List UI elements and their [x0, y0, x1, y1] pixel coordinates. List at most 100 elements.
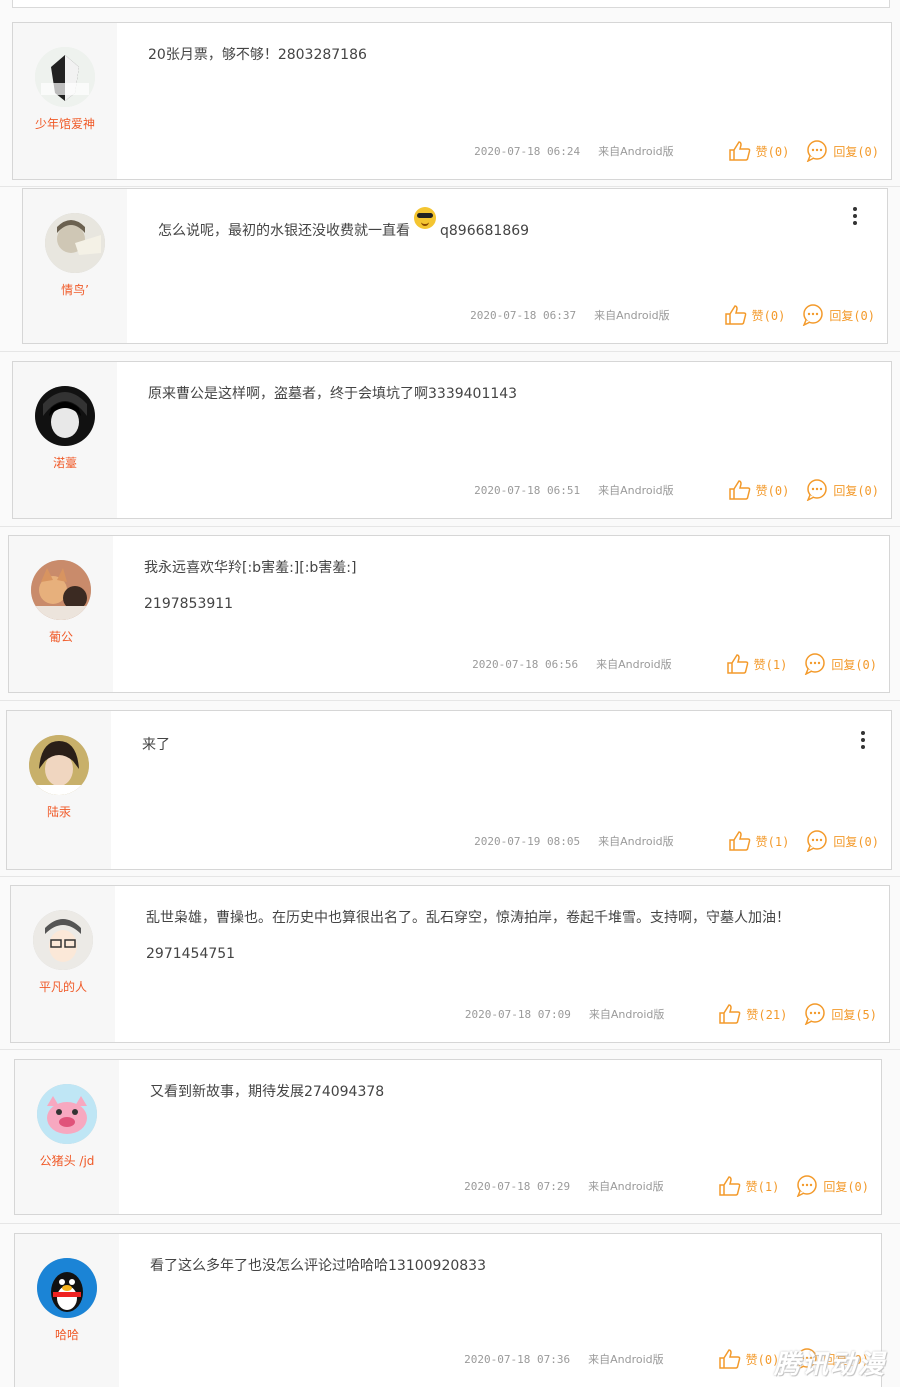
comment-line: 20张月票，够不够！2803287186: [148, 47, 367, 63]
thumbs-up-icon: [718, 1176, 740, 1196]
like-button[interactable]: 赞(0): [724, 304, 786, 326]
comment-line: 2971454751: [146, 946, 236, 962]
chat-bubble-icon: [807, 140, 828, 162]
thumbs-up-icon: [728, 480, 750, 500]
comment-line: 乱世枭雄，曹操也。在历史中也算很出名了。乱石穿空，惊涛拍岸，卷起千堆雪。支持啊，…: [146, 910, 790, 926]
username[interactable]: 公猪头 /jd: [15, 1152, 119, 1169]
avatar[interactable]: [37, 1258, 97, 1318]
like-count: 赞(0): [751, 308, 786, 323]
comment-card: 情鸟’ 怎么说呢，最初的水银还没收费就一直看 q896681869 2020-07…: [22, 188, 888, 344]
reply-button[interactable]: 回复(0): [801, 304, 875, 326]
avatar[interactable]: [35, 47, 95, 107]
avatar[interactable]: [37, 1084, 97, 1144]
comment-text: 怎么说呢，最初的水银还没收费就一直看 q896681869: [158, 207, 827, 241]
comment-card: 少年馆爱神 20张月票，够不够！2803287186 2020-07-18 06…: [12, 22, 892, 180]
comment-card: 渃薹 原来曹公是这样啊，盗墓者，终于会填坑了啊3339401143 2020-0…: [12, 361, 892, 519]
comment-user-panel: 渃薹: [13, 362, 117, 518]
username[interactable]: 陆汞: [7, 803, 111, 820]
source-label: 来自Android版: [594, 309, 670, 322]
divider: [0, 876, 900, 877]
reply-count: 回复(0): [823, 1179, 869, 1194]
thumbs-up-icon: [718, 1349, 740, 1369]
timestamp: 2020-07-18 07:29: [464, 1179, 571, 1193]
reply-button[interactable]: 回复(5): [803, 1003, 877, 1025]
comment-line: 来了: [142, 737, 170, 753]
comment-line: 我永远喜欢华羚[:b害羞:][:b害羞:]: [144, 560, 357, 576]
avatar[interactable]: [33, 910, 93, 970]
reply-button[interactable]: 回复(0): [805, 830, 879, 852]
comment-user-panel: 哈哈: [15, 1234, 119, 1387]
kebab-menu-icon[interactable]: [851, 205, 859, 227]
timestamp: 2020-07-18 06:51: [474, 483, 581, 497]
source-label: 来自Android版: [588, 1008, 665, 1021]
comment-meta: 2020-07-18 06:56 来自Android版 赞(1) 回复(0): [472, 652, 877, 676]
username[interactable]: 哈哈: [15, 1326, 119, 1343]
like-count: 赞(1): [753, 657, 788, 672]
like-button[interactable]: 赞(0): [728, 479, 790, 501]
source-label: 来自Android版: [588, 1353, 664, 1366]
avatar[interactable]: [31, 560, 91, 620]
avatar[interactable]: [45, 213, 105, 273]
username[interactable]: 情鸟’: [23, 281, 127, 298]
chat-bubble-icon: [805, 653, 826, 675]
comment-line-tail: q896681869: [440, 223, 530, 239]
divider: [0, 351, 900, 352]
username[interactable]: 平凡的人: [11, 978, 115, 995]
like-button[interactable]: 赞(1): [726, 653, 788, 675]
chat-bubble-icon: [805, 1003, 826, 1025]
comment-user-panel: 公猪头 /jd: [15, 1060, 119, 1214]
timestamp: 2020-07-18 07:09: [464, 1007, 571, 1021]
reply-button[interactable]: 回复(0): [805, 479, 879, 501]
comment-card: 葡公 我永远喜欢华羚[:b害羞:][:b害羞:] 2197853911 2020…: [8, 535, 890, 693]
like-count: 赞(0): [755, 144, 790, 159]
avatar[interactable]: [29, 735, 89, 795]
timestamp: 2020-07-19 08:05: [474, 834, 581, 848]
reply-count: 回复(5): [831, 1007, 877, 1022]
comment-line: 看了这么多年了也没怎么评论过哈哈哈13100920833: [150, 1258, 486, 1274]
comment-text: 原来曹公是这样啊，盗墓者，终于会填坑了啊3339401143: [148, 384, 831, 404]
comment-meta: 2020-07-18 07:29 来自Android版 赞(1) 回复(0): [464, 1174, 869, 1198]
comment-meta: 2020-07-19 08:05 来自Android版 赞(1) 回复(0): [474, 829, 879, 853]
comment-text: 我永远喜欢华羚[:b害羞:][:b害羞:] 2197853911: [144, 558, 829, 614]
like-button[interactable]: 赞(21): [718, 1003, 787, 1025]
source-label: 来自Android版: [598, 145, 674, 158]
reply-count: 回复(0): [833, 144, 879, 159]
reply-button[interactable]: 回复(0): [803, 653, 877, 675]
like-count: 赞(1): [755, 834, 790, 849]
comment-line: 怎么说呢，最初的水银还没收费就一直看: [158, 223, 410, 239]
like-button[interactable]: 赞(0): [728, 140, 790, 162]
username[interactable]: 渃薹: [13, 454, 117, 471]
kebab-menu-icon[interactable]: [859, 729, 867, 751]
reply-button[interactable]: 回复(0): [795, 1175, 869, 1197]
username[interactable]: 少年馆爱神: [13, 115, 117, 132]
comment-text: 20张月票，够不够！2803287186: [148, 45, 831, 65]
timestamp: 2020-07-18 06:24: [474, 144, 581, 158]
comment-line: 又看到新故事，期待发展274094378: [150, 1084, 385, 1100]
divider: [0, 186, 900, 187]
like-button[interactable]: 赞(0): [718, 1348, 779, 1370]
username[interactable]: 葡公: [9, 628, 113, 645]
comment-card: 陆汞 来了 2020-07-19 08:05 来自Android版 赞(1) 回…: [6, 710, 892, 870]
reply-button[interactable]: 回复(0): [805, 140, 879, 162]
comment-card: 哈哈 看了这么多年了也没怎么评论过哈哈哈13100920833 2020-07-…: [14, 1233, 882, 1387]
avatar[interactable]: [35, 386, 95, 446]
source-label: 来自Android版: [588, 1180, 664, 1193]
comment-meta: 2020-07-18 06:37 来自Android版 赞(0) 回复(0): [470, 303, 875, 327]
chat-bubble-icon: [797, 1175, 818, 1197]
like-count: 赞(21): [746, 1007, 788, 1022]
like-button[interactable]: 赞(1): [728, 830, 790, 852]
divider: [0, 1223, 900, 1224]
sunglasses-emoji-icon: [414, 207, 436, 229]
source-label: 来自Android版: [598, 835, 674, 848]
thumbs-up-icon: [728, 141, 750, 161]
comment-user-panel: 陆汞: [7, 711, 111, 869]
comment-meta: 2020-07-18 07:09 来自Android版 赞(21) 回复(5): [465, 1002, 877, 1026]
comment-user-panel: 葡公: [9, 536, 113, 692]
like-count: 赞(1): [745, 1179, 780, 1194]
like-count: 赞(0): [755, 483, 790, 498]
thumbs-up-icon: [719, 1004, 741, 1024]
like-button[interactable]: 赞(1): [718, 1175, 780, 1197]
reply-count: 回复(0): [833, 834, 879, 849]
comment-user-panel: 情鸟’: [23, 189, 127, 343]
reply-count: 回复(0): [829, 308, 875, 323]
